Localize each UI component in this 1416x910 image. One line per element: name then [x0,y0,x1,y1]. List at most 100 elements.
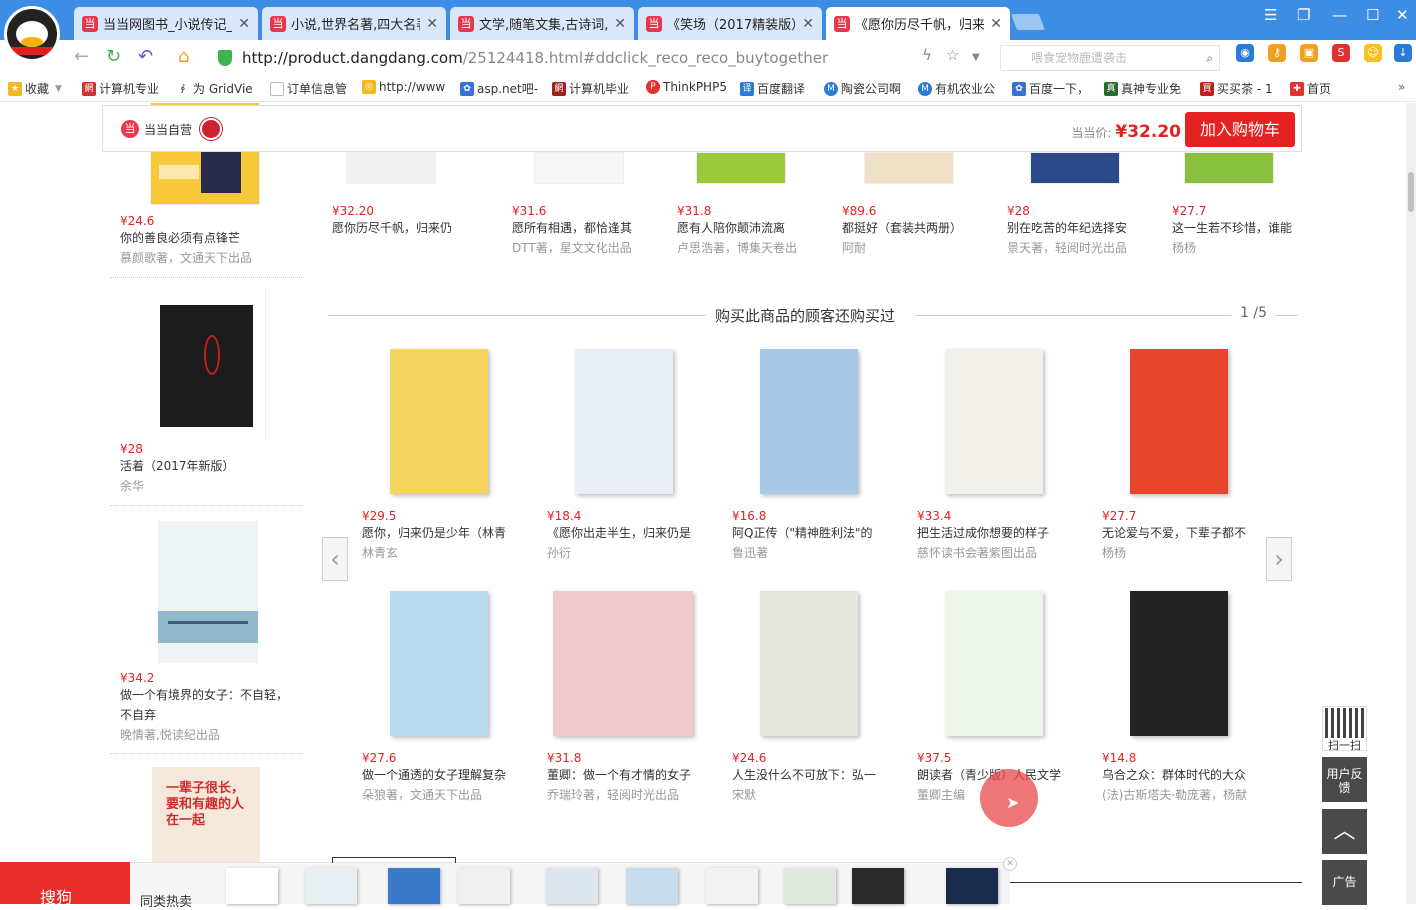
user-feedback-button[interactable]: 用户反馈 [1322,757,1367,802]
book-item[interactable]: ¥32.20 愿你历尽千帆，归来仍 [332,204,457,238]
book-cover[interactable] [575,349,673,494]
tab-3[interactable]: 当文学,随笔文集,古诗词,纪 ✕ [450,7,634,40]
book-cover[interactable] [760,591,858,736]
ad-thumbnail[interactable] [946,868,998,904]
bookmark-item[interactable]: 译百度翻译 [740,80,805,97]
close-icon[interactable]: ✕ [990,16,1002,32]
undo-icon[interactable]: ↶ [138,46,153,67]
ad-thumbnail[interactable] [626,868,678,904]
bookmark-item[interactable]: 真真神专业免 [1104,80,1181,97]
ad-thumbnail[interactable] [305,868,357,904]
bookmarks-bar: ★ 收藏 ▼ 網计算机专业 ∮ 为 GridVie 订单信息管 ◎ http://www… [0,74,1416,102]
book-cover[interactable] [346,152,436,184]
new-tab-button[interactable] [1011,14,1045,30]
menu-icon[interactable]: ☰ [1264,6,1277,24]
maximize-icon[interactable]: ☐ [1366,6,1379,24]
book-cover[interactable] [1130,591,1228,736]
sticky-purchase-bar: 当当当自营 当当价: ¥32.20 加入购物车 [102,105,1302,152]
bookmarks-more-icon[interactable]: » [1398,80,1405,94]
bookmark-item[interactable]: ✿ 百度一下， [1012,80,1089,97]
home-icon[interactable]: ⌂ [178,46,189,67]
tab-2[interactable]: 当小说,世界名著,四大名著 ✕ [262,7,446,40]
book-cover[interactable] [1130,349,1228,494]
book-cover[interactable] [553,591,693,736]
book-cover[interactable] [158,521,258,663]
ad-thumbnail[interactable] [458,868,510,904]
bookmark-item[interactable]: 订单信息管 [270,80,347,97]
download-icon[interactable]: ↓ [1394,44,1412,62]
extension-icon-1[interactable]: ◉ [1236,44,1254,62]
refresh-icon[interactable]: ↻ [106,46,121,67]
book-item[interactable]: ¥89.6 都挺好（套装共两册） 阿耐 [842,204,967,258]
chevron-down-icon[interactable]: ▼ [972,52,980,63]
book-cover[interactable] [534,152,624,184]
tab-4[interactable]: 当《笑场（2017精装版）》 ✕ [638,7,822,40]
vertical-scrollbar[interactable] [1406,103,1416,904]
bookmark-item[interactable]: M 有机农业公 [918,80,995,97]
bookmark-item[interactable]: 網计算机专业 [82,80,159,97]
book-cover[interactable] [390,591,488,736]
star-icon[interactable]: ☆ [946,46,959,64]
book-cover[interactable] [1184,152,1274,184]
book-cover[interactable] [760,349,858,494]
tab-5-active[interactable]: 当《愿你历尽千帆，归来仍 ✕ [826,7,1010,40]
back-icon[interactable]: ← [74,46,89,67]
book-cover[interactable] [696,152,786,184]
bookmark-item[interactable]: ∮ 为 GridVie [176,80,253,97]
sogou-logo[interactable]: 搜狗 [0,862,130,907]
window-close-icon[interactable]: ✕ [1396,6,1409,24]
book-item[interactable]: ¥28 别在吃苦的年纪选择安 景天著，轻阅时光出品 [1007,204,1132,258]
extension-icon-2[interactable]: ▣ [1300,44,1318,62]
bookmark-item[interactable]: ✿ asp.net吧- [460,80,538,97]
key-icon[interactable]: ⚷ [1268,44,1286,62]
back-to-top-button[interactable]: ︿ [1322,809,1367,854]
extension-icon-3[interactable]: S [1332,44,1350,62]
close-icon[interactable]: ✕ [802,16,814,32]
ad-thumbnail[interactable] [706,868,758,904]
address-bar[interactable]: http://product.dangdang.com/25124418.htm… [212,45,996,71]
ad-thumbnail[interactable] [784,868,836,904]
bookmark-home[interactable]: ✚ 首页 [1290,80,1331,97]
bookmark-item[interactable]: 買买买茶 - 1 [1200,80,1273,97]
bookmark-item[interactable]: ◎ http://www [362,80,445,94]
book-item[interactable]: ¥27.7 这一生若不珍惜，谁能 杨杨 [1172,204,1297,258]
skin-icon[interactable]: ❐ [1297,6,1310,24]
add-to-cart-button[interactable]: 加入购物车 [1185,112,1295,147]
bookmark-favorites[interactable]: ★ 收藏 ▼ [8,80,62,97]
close-icon[interactable]: ✕ [614,16,626,32]
close-icon[interactable]: ✕ [238,16,250,32]
bookmark-item[interactable]: P ThinkPHP5 [646,80,727,94]
close-icon[interactable]: ✕ [426,16,438,32]
minimize-icon[interactable]: — [1332,6,1347,24]
book-item[interactable]: ¥31.8 愿有人陪你颠沛流离 卢思浩著，博集天卷出 [677,204,802,258]
book-cover[interactable] [390,349,488,494]
carousel-next-button[interactable]: › [1266,537,1292,581]
book-item[interactable]: ¥31.6 愿所有相遇，都恰逢其 DTT著，星文文化出品 [512,204,637,258]
book-cover[interactable] [945,591,1043,736]
bookmark-item[interactable]: M 陶瓷公司啊 [824,80,901,97]
book-cover[interactable]: 一辈子很长，要和有趣的人在一起 [152,767,260,867]
ad-thumbnail[interactable] [852,868,904,904]
carousel-prev-button[interactable]: ‹ [322,537,348,581]
ad-thumbnail[interactable] [388,868,440,904]
qr-scan-button[interactable]: 扫一扫 [1322,706,1367,752]
scrollbar-thumb[interactable] [1408,172,1414,212]
book-cover[interactable] [864,152,954,184]
book-cover[interactable] [945,349,1043,494]
lightning-icon[interactable]: ϟ [922,46,932,64]
bookmark-item[interactable]: 網计算机毕业 [552,80,629,97]
ad-thumbnail[interactable] [546,868,598,904]
qq-browser-logo[interactable] [4,6,60,62]
ad-button[interactable]: 广告 [1322,860,1367,905]
divider [1276,315,1298,316]
navigation-bar: ← ↻ ↶ ⌂ http://product.dangdang.com/2512… [0,40,1416,74]
close-icon[interactable]: ✕ [1003,857,1017,871]
book-cover[interactable] [1030,152,1120,184]
tab-1[interactable]: 当当当网图书_小说传记_青 ✕ [74,7,258,40]
search-input[interactable]: 喂食宠物鹿遭袭击 ⌕ [1000,45,1220,71]
search-icon[interactable]: ⌕ [1206,46,1213,70]
book-cover[interactable] [150,289,266,439]
star-icon: ★ [8,81,22,96]
ad-thumbnail[interactable] [226,868,278,904]
emoji-icon[interactable]: ☺ [1364,44,1382,62]
